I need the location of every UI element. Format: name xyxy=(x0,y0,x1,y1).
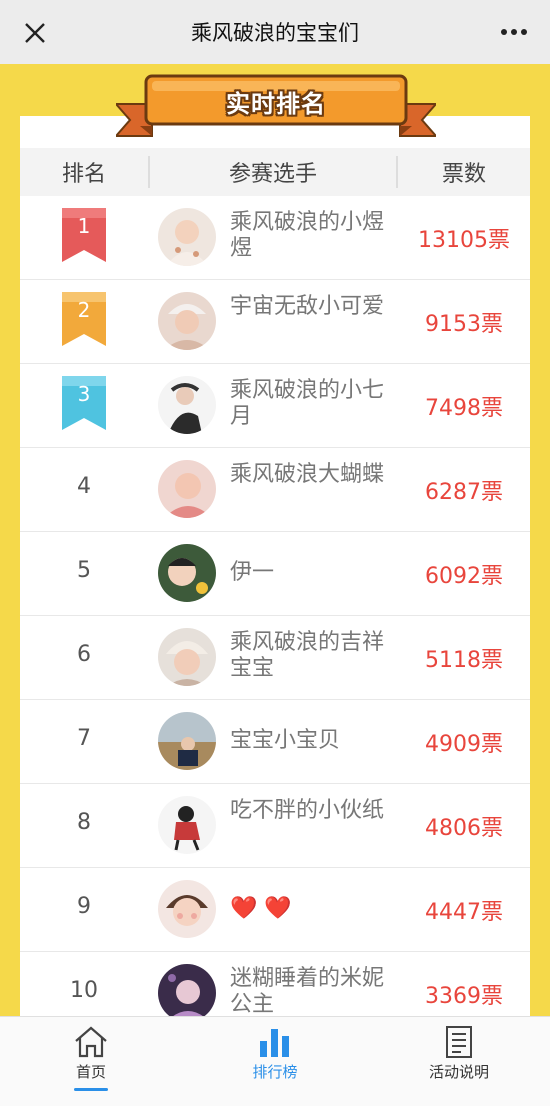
player-name: 宝宝小宝贝 xyxy=(230,728,341,753)
tab-activity-info[interactable]: 活动说明 xyxy=(404,1025,514,1082)
table-row[interactable]: 6 乘风破浪的吉祥宝宝 5118票 xyxy=(20,616,530,700)
vote-count: 13105票 xyxy=(418,228,510,253)
player-name: 吃不胖的小伙纸 xyxy=(230,798,385,823)
more-icon[interactable] xyxy=(500,26,528,38)
avatar[interactable] xyxy=(158,880,216,938)
bar-chart-icon xyxy=(260,1029,289,1057)
avatar[interactable] xyxy=(158,376,216,434)
tab-indicator xyxy=(74,1088,108,1091)
top-nav-bar: 乘风破浪的宝宝们 xyxy=(0,0,550,64)
vote-count: 3369票 xyxy=(425,984,503,1009)
banner-title: 实时排名 xyxy=(226,90,326,118)
vote-count: 7498票 xyxy=(425,396,503,421)
medal-badge-blue: 3 xyxy=(60,374,108,432)
player-name: 宇宙无敌小可爱 xyxy=(230,294,385,319)
page-title: 乘风破浪的宝宝们 xyxy=(191,21,359,45)
vote-count: 5118票 xyxy=(425,648,503,673)
player-name: 乘风破浪的小煜煜 xyxy=(230,210,385,261)
table-row[interactable]: 8 吃不胖的小伙纸 4806票 xyxy=(20,784,530,868)
col-votes-header: 票数 xyxy=(441,162,486,187)
rank-number: 7 xyxy=(77,726,91,751)
ranking-banner: 实时排名 xyxy=(113,74,439,146)
medal-badge-orange: 2 xyxy=(60,290,108,348)
table-row[interactable]: 2 宇宙无敌小可爱 9153票 xyxy=(20,280,530,364)
table-row[interactable]: 1 乘风破浪的小煜煜 13105票 xyxy=(20,196,530,280)
player-name: 乘风破浪大蝴蝶 xyxy=(230,462,385,487)
col-player-header: 参赛选手 xyxy=(148,156,398,188)
close-icon[interactable] xyxy=(22,20,48,46)
avatar[interactable] xyxy=(158,964,216,1022)
rank-number: 5 xyxy=(77,558,91,583)
avatar[interactable] xyxy=(158,460,216,518)
table-row[interactable]: 7 宝宝小宝贝 4909票 xyxy=(20,700,530,784)
player-name: 伊一 xyxy=(230,560,275,585)
avatar[interactable] xyxy=(158,208,216,266)
rank-number: 6 xyxy=(77,642,91,667)
avatar[interactable] xyxy=(158,292,216,350)
vote-count: 4909票 xyxy=(425,732,503,757)
vote-count: 6092票 xyxy=(425,564,503,589)
vote-count: 6287票 xyxy=(425,480,503,505)
avatar[interactable] xyxy=(158,628,216,686)
tab-label: 排行榜 xyxy=(252,1063,298,1081)
home-icon xyxy=(75,1026,107,1058)
col-rank-header: 排名 xyxy=(61,162,106,187)
avatar[interactable] xyxy=(158,544,216,602)
table-row[interactable]: 9 ❤️ ❤️ 4447票 xyxy=(20,868,530,952)
rank-number: 10 xyxy=(70,978,98,1003)
tab-label: 首页 xyxy=(75,1063,106,1081)
avatar[interactable] xyxy=(158,796,216,854)
tab-home[interactable]: 首页 xyxy=(36,1025,146,1091)
table-row[interactable]: 5 伊一 6092票 xyxy=(20,532,530,616)
vote-count: 4447票 xyxy=(425,900,503,925)
table-row[interactable]: 4 乘风破浪大蝴蝶 6287票 xyxy=(20,448,530,532)
rank-number: 9 xyxy=(77,894,91,919)
tab-ranking[interactable]: 排行榜 xyxy=(220,1025,330,1082)
tab-label: 活动说明 xyxy=(428,1063,489,1081)
rank-number: 8 xyxy=(77,810,91,835)
player-name: 迷糊睡着的米妮公主 xyxy=(230,966,385,1017)
player-name: 乘风破浪的吉祥宝宝 xyxy=(230,630,385,681)
player-name: ❤️ ❤️ xyxy=(230,896,292,921)
vote-count: 9153票 xyxy=(425,312,503,337)
player-name: 乘风破浪的小七月 xyxy=(230,378,385,429)
medal-badge-red: 1 xyxy=(60,206,108,264)
document-icon xyxy=(446,1026,472,1058)
avatar[interactable] xyxy=(158,712,216,770)
bottom-tab-bar: 首页 排行榜 活动说明 xyxy=(0,1016,550,1106)
rank-number: 4 xyxy=(77,474,91,499)
table-row[interactable]: 3 乘风破浪的小七月 7498票 xyxy=(20,364,530,448)
ranking-list: 1 乘风破浪的小煜煜 13105票 2 宇宙无敌小可爱 9153票 3 乘风破浪… xyxy=(20,196,530,1036)
vote-count: 4806票 xyxy=(425,816,503,841)
table-header: 排名 参赛选手 票数 xyxy=(20,148,530,196)
